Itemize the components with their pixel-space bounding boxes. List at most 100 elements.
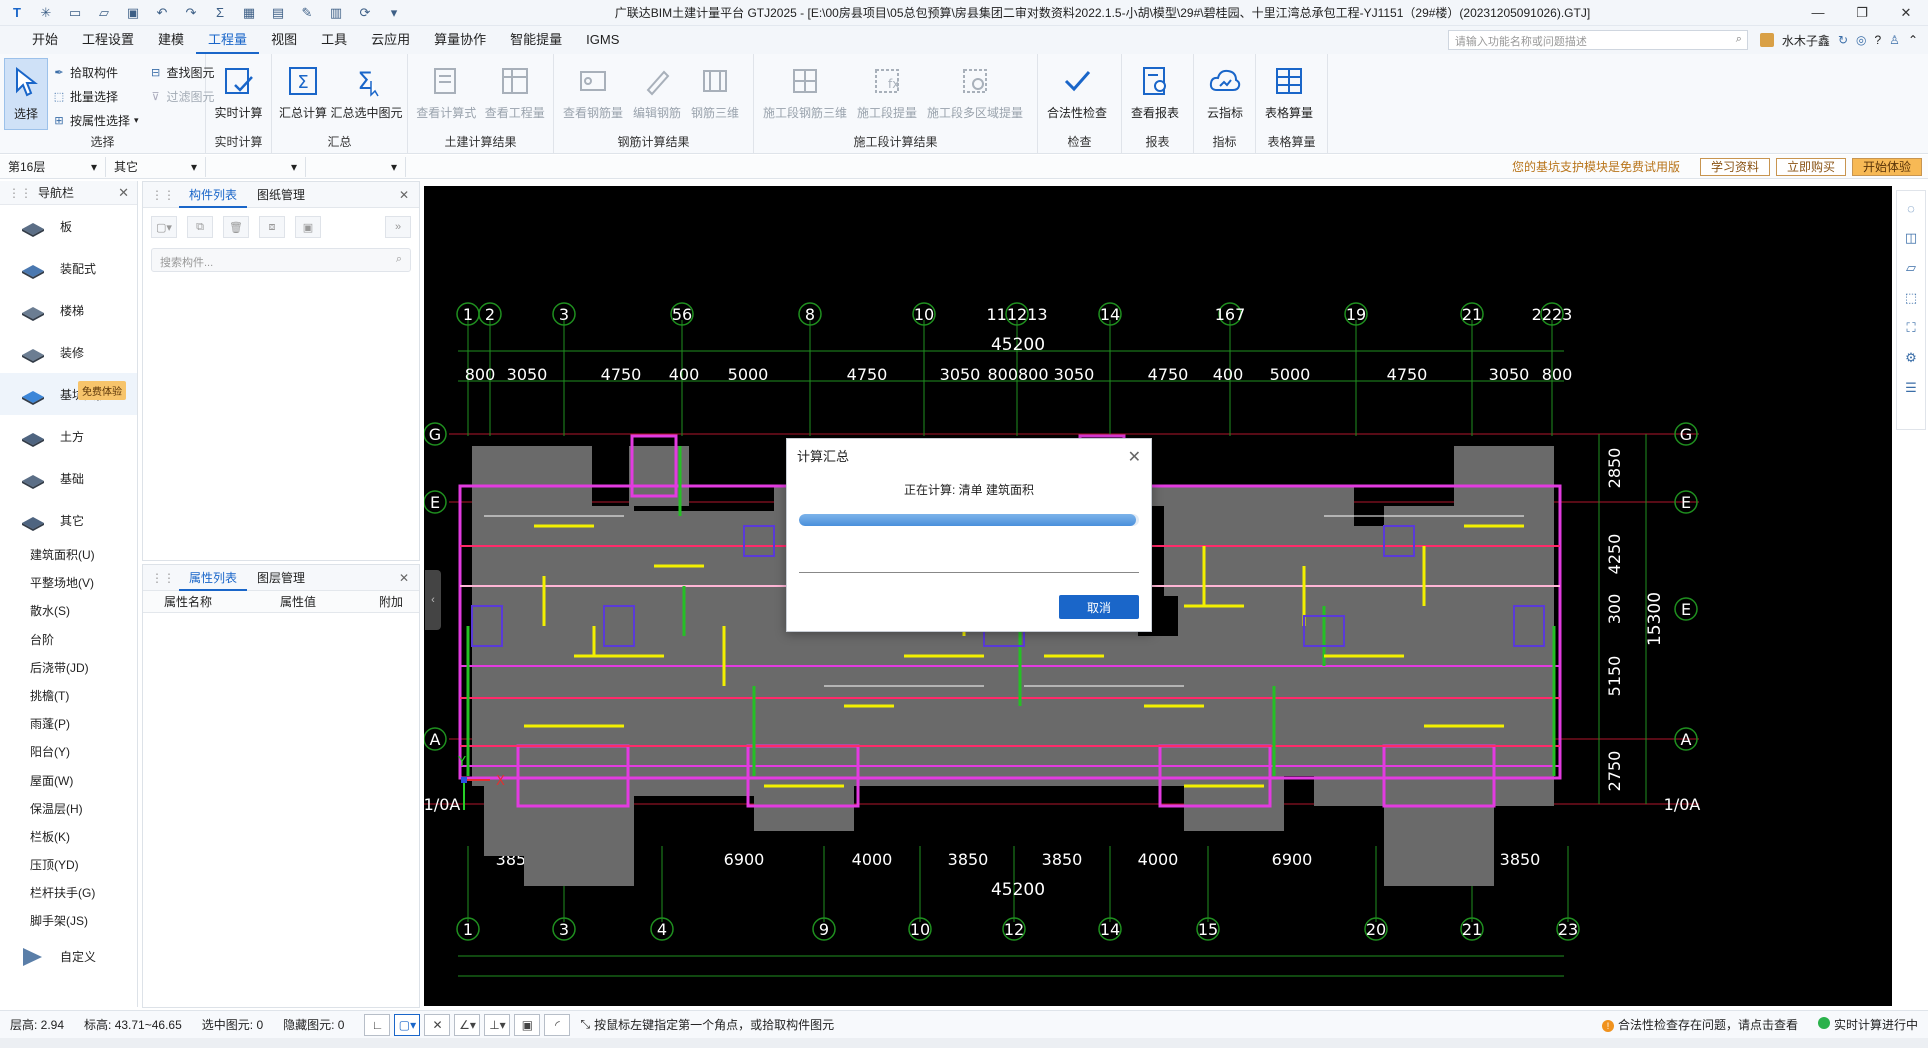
- menu-5[interactable]: 工具: [309, 26, 359, 54]
- drag-handle-icon[interactable]: ⋮⋮: [151, 571, 175, 585]
- tshirt-icon[interactable]: ♙: [1889, 33, 1900, 47]
- nav-item-1[interactable]: 装配式: [0, 247, 137, 289]
- nav-item-4[interactable]: 基坑支护免费体验: [0, 373, 137, 415]
- sub-item-8[interactable]: 屋面(W): [0, 767, 137, 795]
- table-calc-button[interactable]: 表格算量: [1260, 58, 1318, 130]
- menu-8[interactable]: 智能提量: [498, 26, 574, 54]
- sub-item-13[interactable]: 脚手架(JS): [0, 907, 137, 935]
- category-select[interactable]: 其它 ▾: [106, 156, 206, 177]
- sub-item-12[interactable]: 栏杆扶手(G): [0, 879, 137, 907]
- angle-icon[interactable]: ∠▾: [454, 1013, 481, 1036]
- sync-icon[interactable]: ↻: [1838, 33, 1848, 47]
- sub-item-7[interactable]: 阳台(Y): [0, 738, 137, 766]
- menu-7[interactable]: 算量协作: [422, 26, 498, 54]
- sub-item-10[interactable]: 栏板(K): [0, 823, 137, 851]
- function-search-input[interactable]: 请输入功能名称或问题描述 ⌕: [1447, 30, 1748, 50]
- view-3d-icon[interactable]: ◫: [1901, 229, 1921, 247]
- save-icon[interactable]: ▣: [124, 5, 142, 21]
- buy-now-button[interactable]: 立即购买: [1775, 157, 1846, 176]
- sub-item-2[interactable]: 散水(S): [0, 597, 137, 625]
- nav-custom[interactable]: 自定义: [0, 936, 137, 978]
- drag-handle-icon[interactable]: ⋮⋮: [151, 188, 175, 202]
- realtime-status[interactable]: 实时计算进行中: [1808, 1016, 1928, 1033]
- snap-point-icon[interactable]: ⊥▾: [484, 1013, 511, 1036]
- close-icon[interactable]: ✕: [399, 188, 409, 202]
- sub-item-9[interactable]: 保温层(H): [0, 795, 137, 823]
- close-icon[interactable]: ✕: [118, 185, 129, 201]
- type-select[interactable]: ▾: [206, 156, 306, 177]
- sub-item-11[interactable]: 压顶(YD): [0, 851, 137, 879]
- dropdown-icon[interactable]: ▾: [385, 5, 403, 21]
- menu-3[interactable]: 工程量: [196, 26, 260, 54]
- collapse-ribbon-icon[interactable]: ⌃: [1908, 33, 1918, 47]
- tab-component-list[interactable]: 构件列表: [179, 182, 248, 208]
- copy-component-icon[interactable]: ⧉: [187, 216, 213, 238]
- delete-component-icon[interactable]: 🗑: [223, 216, 249, 238]
- component-library-icon[interactable]: ▣: [295, 216, 321, 238]
- find-element-button[interactable]: ⊟ 查找图元: [149, 62, 215, 82]
- floor-plan-drawing[interactable]: 1 2 3 56 8 10 111213 14 167 19 21 222345200800 3050 4…: [423, 186, 1892, 1006]
- new-file-icon[interactable]: ▭: [66, 5, 84, 21]
- select-box-icon[interactable]: ▢▾: [394, 1013, 421, 1036]
- edit-icon[interactable]: ✎: [298, 5, 316, 21]
- edit-rebar-button[interactable]: 编辑钢筋: [628, 58, 686, 130]
- cloud-index-button[interactable]: 云指标: [1198, 58, 1252, 130]
- floor-select[interactable]: 第16层 ▾: [0, 156, 106, 177]
- sub-item-3[interactable]: 台阶: [0, 626, 137, 654]
- stage-multi-button[interactable]: 施工段多区域提量: [922, 58, 1028, 130]
- chat-icon[interactable]: ◎: [1856, 33, 1866, 47]
- new-icon[interactable]: ✳: [37, 5, 55, 21]
- nav-item-7[interactable]: 其它: [0, 499, 137, 541]
- validity-warning[interactable]: ! 合法性检查存在问题，请点击查看: [1592, 1016, 1808, 1033]
- nav-item-0[interactable]: 板: [0, 205, 137, 247]
- rotate-view-icon[interactable]: ◌: [1901, 199, 1921, 217]
- view-box-icon[interactable]: ⬚: [1901, 289, 1921, 307]
- collapse-panel-handle[interactable]: ‹: [425, 570, 441, 630]
- pick-component-button[interactable]: ✒ 拾取构件: [52, 62, 139, 82]
- select-by-attribute-button[interactable]: ⊞ 按属性选择 ▾: [52, 110, 138, 130]
- stage-extract-button[interactable]: fx 施工段提量: [852, 58, 922, 130]
- view-formula-button[interactable]: 查看计算式: [412, 58, 481, 130]
- close-icon[interactable]: ✕: [1128, 447, 1141, 467]
- close-button[interactable]: ✕: [1884, 0, 1928, 26]
- view-rebar-button[interactable]: 查看钢筋量: [558, 58, 628, 130]
- sub-item-6[interactable]: 雨蓬(P): [0, 710, 137, 738]
- search-icon[interactable]: ⌕: [396, 253, 402, 266]
- more-icon[interactable]: »: [385, 216, 411, 238]
- filter-element-button[interactable]: ⊽ 过滤图元: [149, 86, 215, 106]
- view-report-button[interactable]: 查看报表: [1126, 58, 1184, 130]
- sub-item-4[interactable]: 后浇带(JD): [0, 654, 137, 682]
- drag-handle-icon[interactable]: ⋮⋮: [8, 186, 32, 200]
- minimize-button[interactable]: —: [1796, 0, 1840, 26]
- batch-select-button[interactable]: ⬚ 批量选择: [52, 86, 139, 106]
- dynamic-input-icon[interactable]: ▣: [514, 1013, 541, 1036]
- menu-2[interactable]: 建模: [146, 26, 196, 54]
- restore-button[interactable]: ❐: [1840, 0, 1884, 26]
- close-icon[interactable]: ✕: [399, 571, 409, 585]
- component-select[interactable]: ▾: [306, 156, 406, 177]
- sub-item-0[interactable]: 建筑面积(U): [0, 541, 137, 569]
- nav-item-3[interactable]: 装修: [0, 331, 137, 373]
- avatar[interactable]: [1759, 33, 1774, 47]
- sum-icon[interactable]: Σ: [211, 5, 229, 21]
- view-cube-icon[interactable]: ▱: [1901, 259, 1921, 277]
- layer-copy-icon[interactable]: ⧈: [259, 216, 285, 238]
- tab-layer-management[interactable]: 图层管理: [247, 565, 315, 591]
- summary-calc-button[interactable]: Σ 汇总计算: [276, 58, 330, 130]
- list-icon[interactable]: ▥: [327, 5, 345, 21]
- gear-icon[interactable]: ⚙: [1901, 349, 1921, 367]
- select-button[interactable]: 选择: [4, 58, 48, 130]
- fullscreen-icon[interactable]: ⛶: [1901, 319, 1921, 337]
- start-trial-button[interactable]: 开始体验: [1851, 157, 1922, 176]
- menu-6[interactable]: 云应用: [359, 26, 422, 54]
- cross-select-icon[interactable]: ✕: [424, 1013, 451, 1036]
- menu-9[interactable]: IGMS: [574, 26, 631, 54]
- undo-icon[interactable]: ↶: [153, 5, 171, 21]
- study-material-button[interactable]: 学习资料: [1699, 157, 1770, 176]
- component-search-input[interactable]: 搜索构件... ⌕: [151, 248, 411, 272]
- nav-item-6[interactable]: 基础: [0, 457, 137, 499]
- cancel-button[interactable]: 取消: [1059, 595, 1139, 619]
- tab-drawing-management[interactable]: 图纸管理: [247, 182, 315, 208]
- search-icon[interactable]: ⌕: [1736, 33, 1742, 46]
- refresh-icon[interactable]: ⟳: [356, 5, 374, 21]
